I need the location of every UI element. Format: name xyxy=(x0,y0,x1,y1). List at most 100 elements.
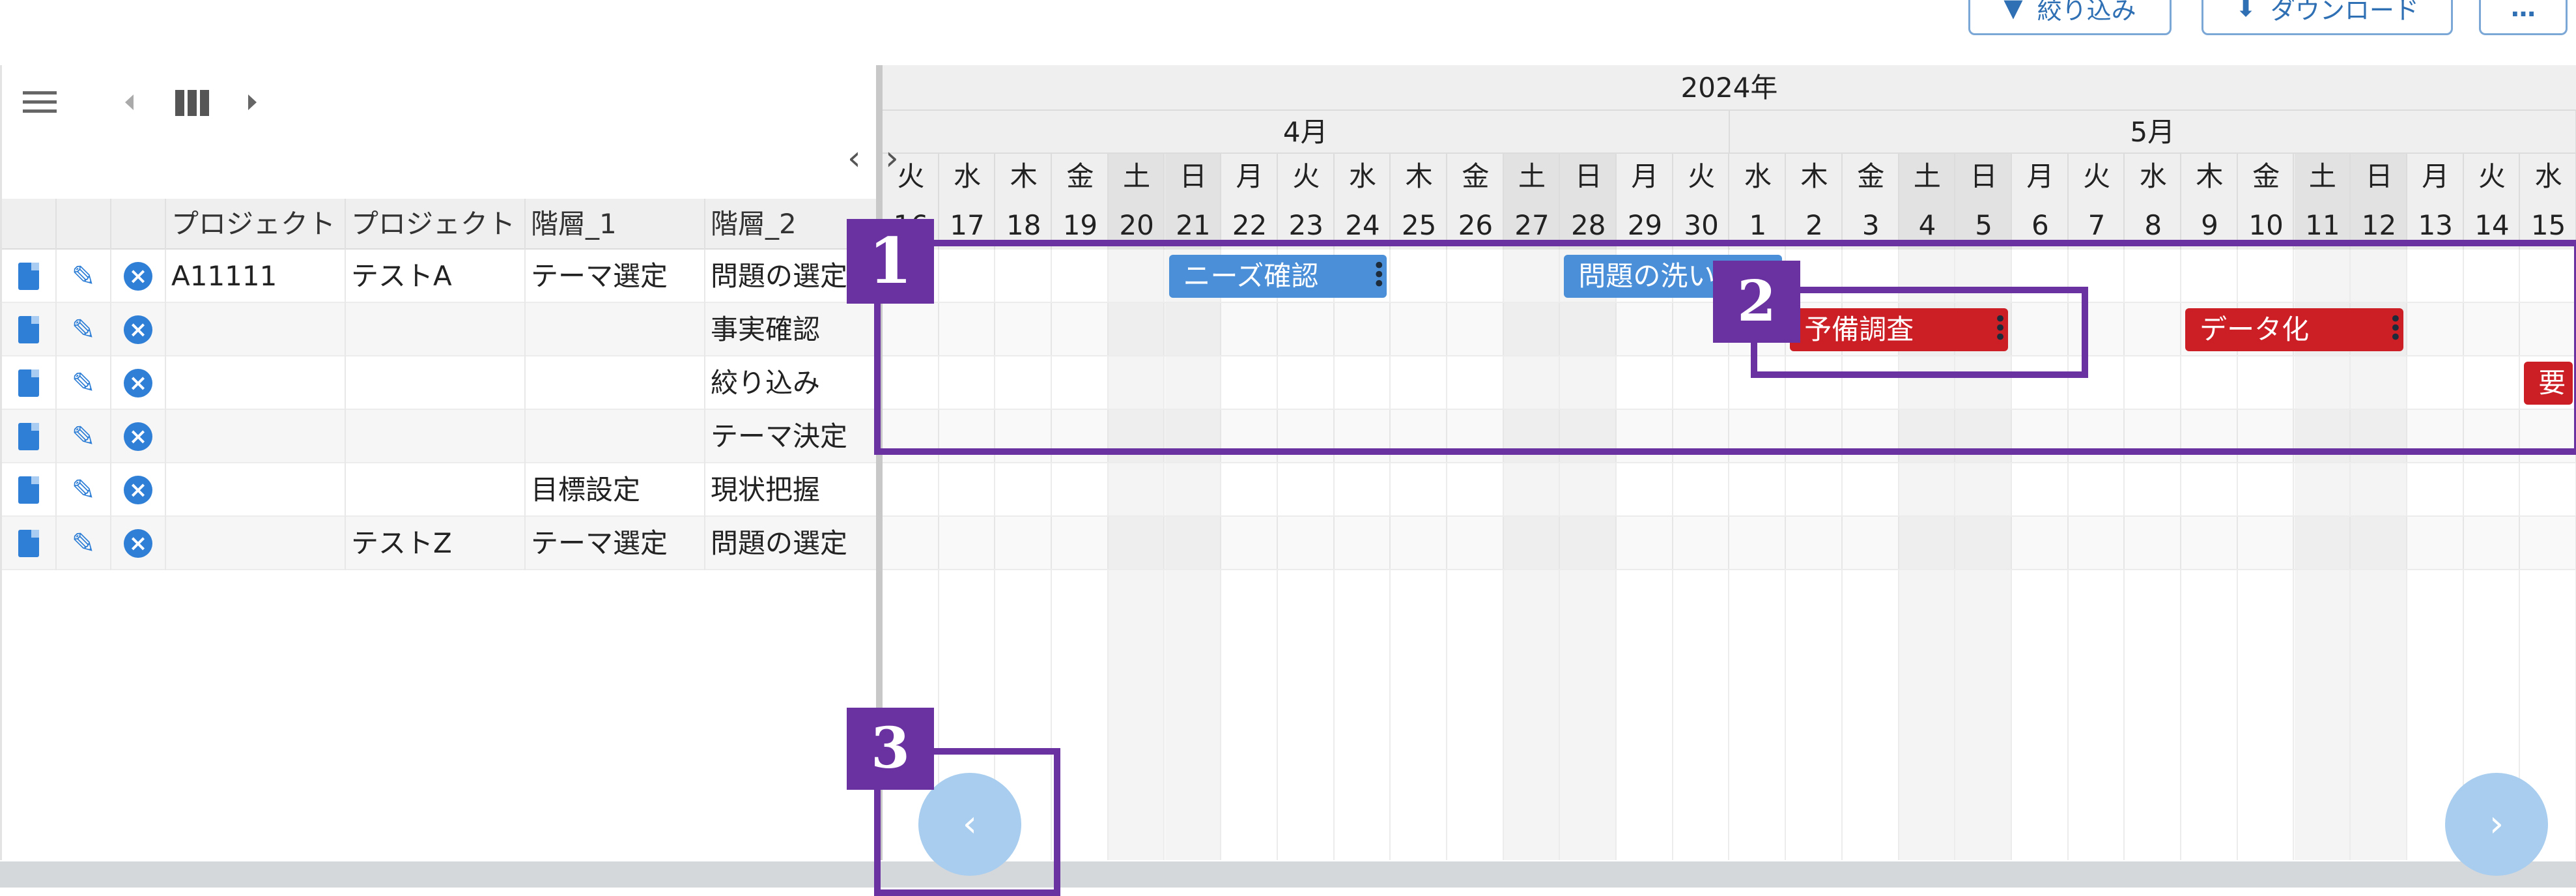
delete-cell[interactable]: × xyxy=(111,410,166,463)
column-header-project-id[interactable]: プロジェクト xyxy=(166,199,346,250)
delete-icon[interactable]: × xyxy=(124,529,152,558)
day-header: 日 12 xyxy=(2351,154,2407,250)
day-header: 水 15 xyxy=(2520,154,2576,250)
edit-pencil-icon[interactable]: ✎ xyxy=(72,420,96,454)
more-options-button[interactable]: … xyxy=(2479,0,2568,35)
delete-icon[interactable]: × xyxy=(124,315,152,344)
edit-cell[interactable]: ✎ xyxy=(57,410,111,463)
delete-icon[interactable]: × xyxy=(124,476,152,504)
edit-cell[interactable]: ✎ xyxy=(57,250,111,303)
day-header: 水8 xyxy=(2125,154,2182,250)
day-header: 火 23 xyxy=(1277,154,1335,250)
edit-cell[interactable]: ✎ xyxy=(57,356,111,410)
delete-cell[interactable]: × xyxy=(111,517,166,570)
table-row[interactable]: ✎ × テーマ決定 xyxy=(2,410,878,463)
cell-level1: テーマ選定 xyxy=(526,517,705,570)
weekday-label: 火 xyxy=(2083,160,2111,192)
view-cell[interactable] xyxy=(2,356,57,410)
expand-grid-arrow[interactable]: › xyxy=(885,141,905,175)
download-button[interactable]: ⬇ ダウンロード xyxy=(2201,0,2453,35)
document-icon[interactable] xyxy=(18,369,39,397)
gantt-row xyxy=(883,517,2576,570)
table-row[interactable]: ✎ × 事実確認 xyxy=(2,303,878,356)
column-header-level1[interactable]: 階層_1 xyxy=(526,199,705,250)
caret-left-icon[interactable] xyxy=(123,93,136,112)
month-label: 5月 xyxy=(1729,111,2576,154)
document-icon[interactable] xyxy=(18,316,39,343)
delete-cell[interactable]: × xyxy=(111,463,166,517)
annotation-badge-1: 1 xyxy=(847,219,934,304)
weekday-label: 金 xyxy=(1857,160,1885,192)
horizontal-scrollbar[interactable] xyxy=(0,861,2576,888)
grid-header-row: プロジェクト プロジェクト 階層_1 階層_2 xyxy=(2,199,878,250)
table-row[interactable]: ✎ × 絞り込み xyxy=(2,356,878,410)
view-cell[interactable] xyxy=(2,250,57,303)
edit-pencil-icon[interactable]: ✎ xyxy=(72,527,96,560)
view-cell[interactable] xyxy=(2,517,57,570)
weekday-label: 火 xyxy=(2478,160,2506,192)
weekday-label: 土 xyxy=(1913,160,1941,192)
day-header: 金3 xyxy=(1842,154,1899,250)
view-cell[interactable] xyxy=(2,463,57,517)
view-cell[interactable] xyxy=(2,410,57,463)
document-icon[interactable] xyxy=(18,423,39,450)
weekday-label: 月 xyxy=(2422,160,2450,192)
edit-pencil-icon[interactable]: ✎ xyxy=(72,474,96,507)
weekday-label: 火 xyxy=(1292,160,1320,192)
cell-level1: テーマ選定 xyxy=(526,250,705,303)
year-label: 2024年 xyxy=(883,65,2576,111)
cell-project-name xyxy=(346,303,526,356)
hamburger-icon[interactable] xyxy=(21,89,58,115)
gantt-header: 2024年 4月5月 火16水17木18金19土20日21月22火23水24木2… xyxy=(883,65,2576,250)
table-row[interactable]: ✎ × テストZ テーマ選定 問題の選定 xyxy=(2,517,878,570)
weekday-label: 土 xyxy=(1518,160,1546,192)
day-header: 土 20 xyxy=(1108,154,1165,250)
cell-project-name xyxy=(346,463,526,517)
collapse-grid-arrow[interactable]: ‹ xyxy=(847,141,867,175)
edit-pencil-icon[interactable]: ✎ xyxy=(72,313,96,347)
delete-icon[interactable]: × xyxy=(124,369,152,397)
table-row[interactable]: ✎ × A11111 テストA テーマ選定 問題の選定 xyxy=(2,250,878,303)
view-cell[interactable] xyxy=(2,303,57,356)
filter-button[interactable]: ▼ 絞り込み xyxy=(1968,0,2172,35)
edit-pencil-icon[interactable]: ✎ xyxy=(72,367,96,400)
edit-cell[interactable]: ✎ xyxy=(57,463,111,517)
delete-cell[interactable]: × xyxy=(111,356,166,410)
cell-project-id xyxy=(166,517,346,570)
weekday-label: 日 xyxy=(1574,160,1602,192)
day-header: 火 14 xyxy=(2463,154,2521,250)
column-header-project-name[interactable]: プロジェクト xyxy=(346,199,526,250)
weekday-label: 金 xyxy=(2252,160,2280,192)
edit-pencil-icon[interactable]: ✎ xyxy=(72,260,96,293)
columns-icon[interactable] xyxy=(174,89,210,117)
next-period-button[interactable]: › xyxy=(2445,773,2548,876)
weekday-label: 木 xyxy=(1800,160,1828,192)
cell-level2: 事実確認 xyxy=(705,303,878,356)
month-label: 4月 xyxy=(883,111,1730,154)
document-icon[interactable] xyxy=(18,530,39,557)
table-row[interactable]: ✎ × 目標設定 現状把握 xyxy=(2,463,878,517)
cell-project-name: テストA xyxy=(346,250,526,303)
day-header: 月6 xyxy=(2012,154,2069,250)
weekday-label: 水 xyxy=(2534,160,2562,192)
header-spacer xyxy=(111,199,166,250)
filter-icon: ▼ xyxy=(2003,0,2023,22)
cell-project-name xyxy=(346,356,526,410)
day-header: 金 10 xyxy=(2237,154,2295,250)
delete-icon[interactable]: × xyxy=(124,422,152,451)
day-header: 金 26 xyxy=(1447,154,1504,250)
day-header: 日5 xyxy=(1955,154,2012,250)
edit-cell[interactable]: ✎ xyxy=(57,303,111,356)
weekday-label: 月 xyxy=(1236,160,1264,192)
edit-cell[interactable]: ✎ xyxy=(57,517,111,570)
weekday-label: 木 xyxy=(1010,160,1038,192)
delete-cell[interactable]: × xyxy=(111,250,166,303)
document-icon[interactable] xyxy=(18,476,39,504)
day-header: 水 17 xyxy=(939,154,996,250)
weekday-label: 金 xyxy=(1462,160,1490,192)
document-icon[interactable] xyxy=(18,263,39,290)
day-header: 土 27 xyxy=(1503,154,1561,250)
delete-cell[interactable]: × xyxy=(111,303,166,356)
delete-icon[interactable]: × xyxy=(124,262,152,291)
caret-right-icon[interactable] xyxy=(246,93,259,112)
